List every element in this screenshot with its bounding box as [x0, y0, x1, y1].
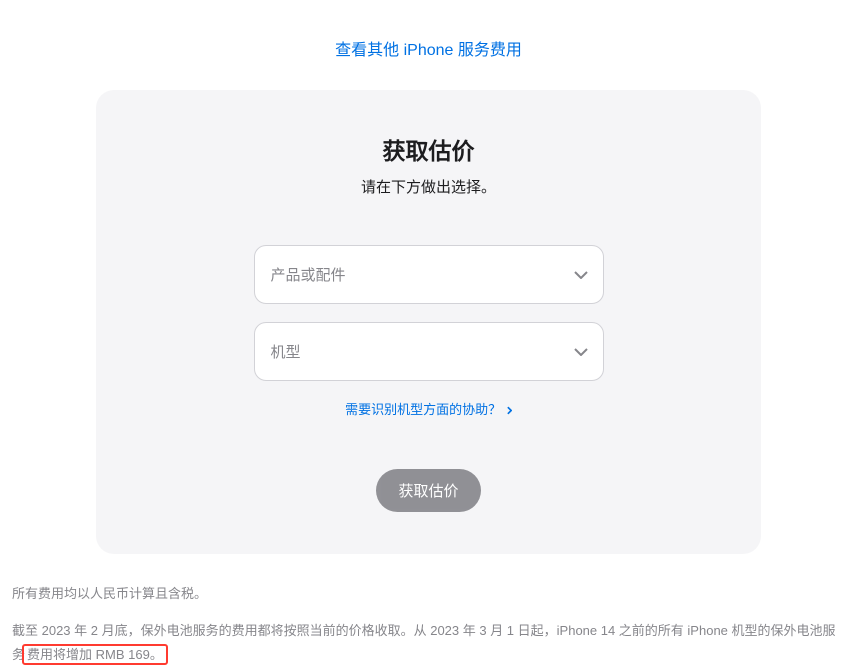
estimate-card: 获取估价 请在下方做出选择。 产品或配件 机型 需要识别机型方面的协助？: [96, 90, 761, 554]
footer-line-1: 所有费用均以人民币计算且含税。: [12, 582, 845, 607]
model-select-wrapper: 机型: [254, 322, 604, 381]
product-select-label: 产品或配件: [271, 264, 346, 285]
product-select[interactable]: 产品或配件: [254, 245, 604, 304]
footer-line-2: 截至 2023 年 2 月底，保外电池服务的费用都将按照当前的价格收取。从 20…: [12, 619, 845, 668]
model-select[interactable]: 机型: [254, 322, 604, 381]
chevron-right-icon: [507, 402, 512, 417]
footer-text: 所有费用均以人民币计算且含税。 截至 2023 年 2 月底，保外电池服务的费用…: [10, 582, 847, 668]
price-increase-highlight: 费用将增加 RMB 169。: [22, 644, 168, 665]
card-subtitle: 请在下方做出选择。: [136, 176, 721, 197]
top-link-wrapper: 查看其他 iPhone 服务费用: [10, 0, 847, 90]
model-select-label: 机型: [271, 341, 301, 362]
card-title: 获取估价: [136, 132, 721, 166]
get-estimate-button[interactable]: 获取估价: [376, 469, 480, 512]
help-link-label: 需要识别机型方面的协助？: [345, 402, 501, 417]
view-other-services-link[interactable]: 查看其他 iPhone 服务费用: [335, 42, 522, 59]
identify-model-help-link[interactable]: 需要识别机型方面的协助？: [345, 402, 512, 417]
help-link-wrapper: 需要识别机型方面的协助？: [136, 399, 721, 419]
product-select-wrapper: 产品或配件: [254, 245, 604, 304]
